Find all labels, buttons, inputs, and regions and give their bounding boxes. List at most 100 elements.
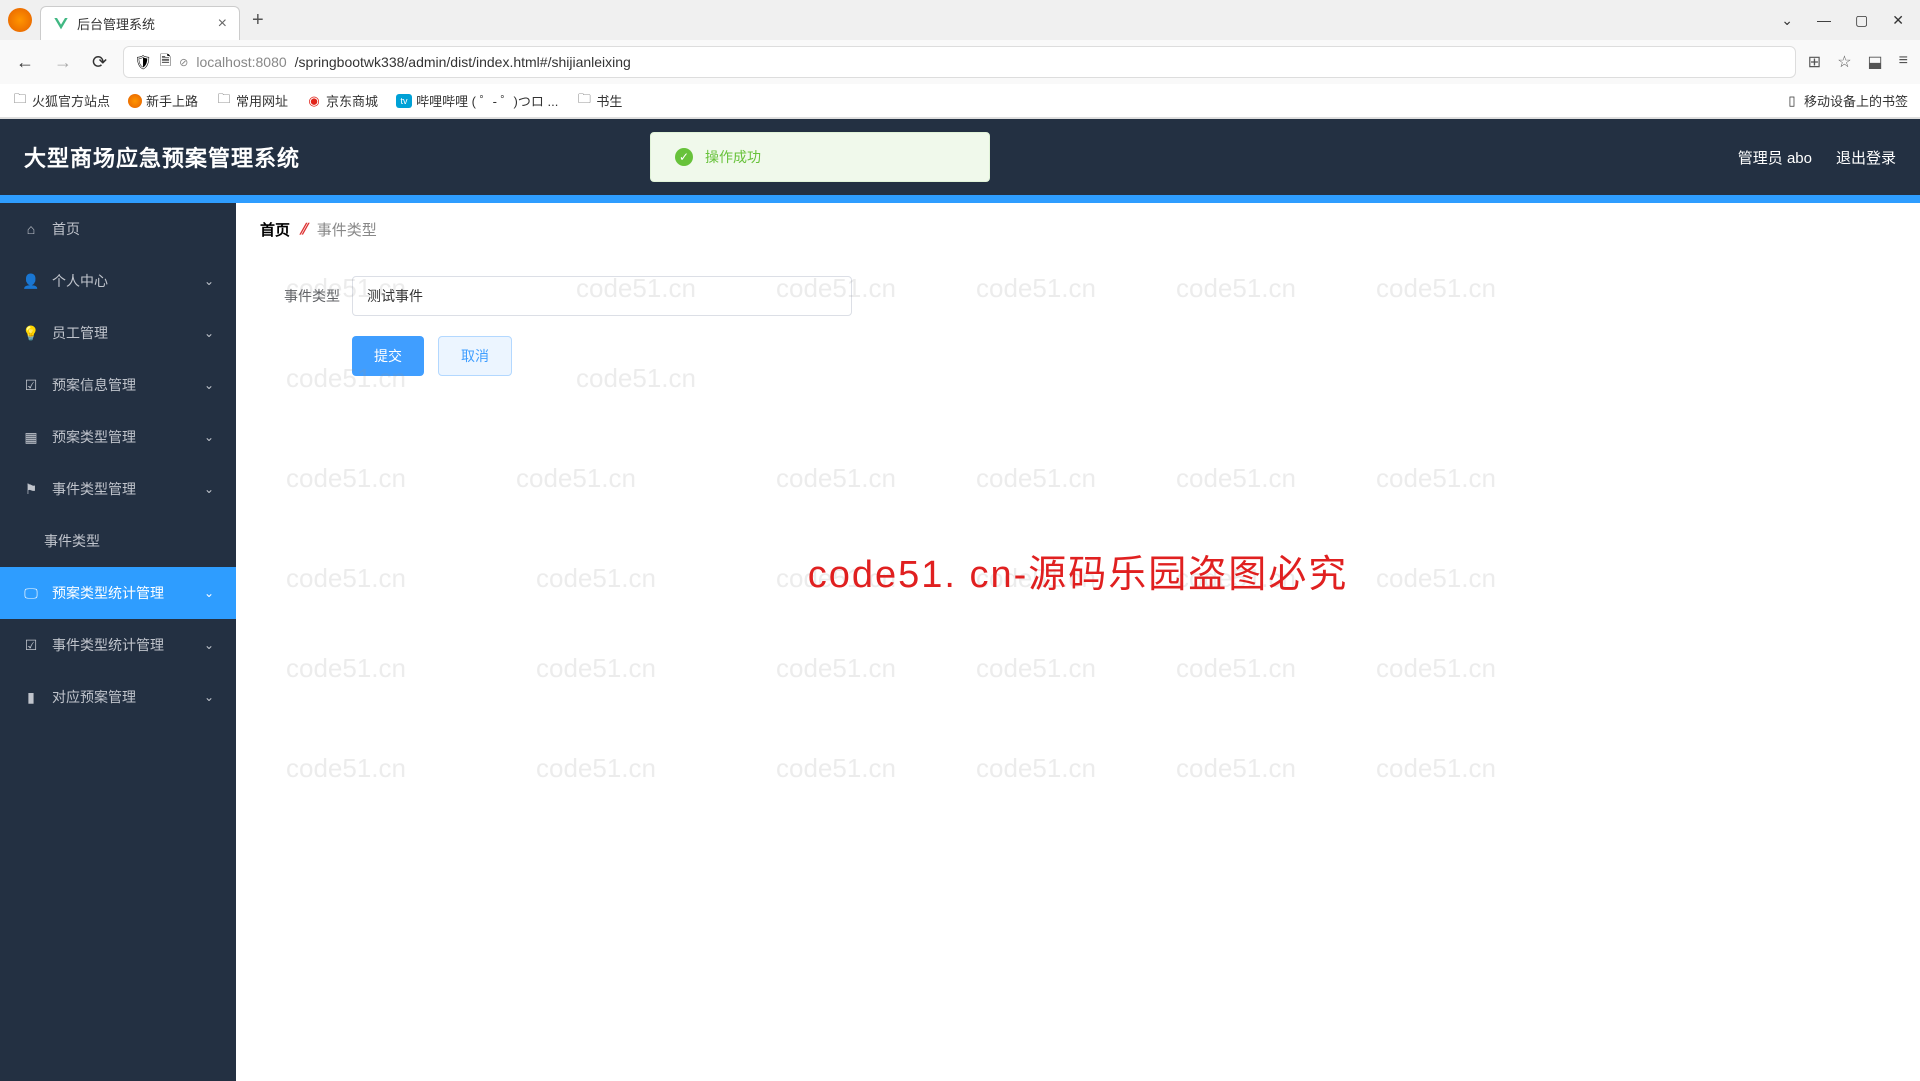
browser-chrome: 后台管理系统 × + ⌄ — ▢ ✕ ← → ⟳ 🛡 🗎 ⊘ localhost… xyxy=(0,0,1920,119)
app-title: 大型商场应急预案管理系统 xyxy=(24,141,300,173)
connection-icon: ⊘ xyxy=(179,56,188,69)
bookmark-item[interactable]: 🗀常用网址 xyxy=(216,91,288,110)
bookmark-item[interactable]: 🗀火狐官方站点 xyxy=(12,91,110,110)
main-content: code51.cn code51.cn code51.cn code51.cn … xyxy=(236,203,1920,1081)
folder-icon: 🗀 xyxy=(576,93,592,109)
sidebar: ⌂ 首页 👤 个人中心 ⌄ 💡 员工管理 ⌄ ☑ 预案信息管理 ⌄ ▦ 预案类型… xyxy=(0,203,236,1081)
address-bar: ← → ⟳ 🛡 🗎 ⊘ localhost:8080/springbootwk3… xyxy=(0,40,1920,84)
check-circle-icon: ✓ xyxy=(675,148,693,166)
mobile-bookmarks[interactable]: ▯移动设备上的书签 xyxy=(1784,91,1908,110)
extension-icon[interactable]: ⬓ xyxy=(1868,52,1883,72)
forward-button[interactable]: → xyxy=(50,48,76,77)
url-host: localhost:8080 xyxy=(196,54,286,70)
user-label[interactable]: 管理员 abo xyxy=(1738,147,1812,168)
chevron-down-icon: ⌄ xyxy=(204,378,214,392)
sidebar-item-label: 个人中心 xyxy=(52,271,108,291)
breadcrumb-separator-icon: ⫽ xyxy=(300,221,307,238)
sidebar-item-label: 对应预案管理 xyxy=(52,687,136,707)
check-icon: ☑ xyxy=(22,377,40,394)
form-buttons: 提交 取消 xyxy=(352,336,1896,376)
sidebar-item-profile[interactable]: 👤 个人中心 ⌄ xyxy=(0,255,236,307)
sidebar-item-home[interactable]: ⌂ 首页 xyxy=(0,203,236,255)
cancel-button[interactable]: 取消 xyxy=(438,336,512,376)
breadcrumb: 首页 ⫽ 事件类型 xyxy=(236,203,1920,256)
chevron-down-icon: ⌄ xyxy=(204,430,214,444)
url-input[interactable]: 🛡 🗎 ⊘ localhost:8080/springbootwk338/adm… xyxy=(123,46,1796,78)
home-icon: ⌂ xyxy=(22,221,40,237)
bookmark-item[interactable]: ◉京东商城 xyxy=(306,91,378,110)
new-tab-button[interactable]: + xyxy=(252,9,264,32)
check-icon: ☑ xyxy=(22,637,40,654)
monitor-icon: 🖵 xyxy=(22,585,40,602)
form-area: 事件类型 提交 取消 xyxy=(236,256,1920,416)
bookmark-item[interactable]: 新手上路 xyxy=(128,91,198,110)
dropdown-icon[interactable]: ⌄ xyxy=(1781,12,1793,29)
sidebar-item-label: 员工管理 xyxy=(52,323,108,343)
firefox-icon xyxy=(128,94,142,108)
sidebar-item-label: 预案信息管理 xyxy=(52,375,136,395)
mobile-icon: ▯ xyxy=(1784,93,1800,109)
sidebar-item-event-stats[interactable]: ☑ 事件类型统计管理 ⌄ xyxy=(0,619,236,671)
close-window-icon[interactable]: ✕ xyxy=(1892,12,1904,29)
back-button[interactable]: ← xyxy=(12,48,38,77)
user-icon: 👤 xyxy=(22,273,40,290)
star-icon[interactable]: ☆ xyxy=(1837,52,1851,72)
sidebar-item-label: 预案类型管理 xyxy=(52,427,136,447)
folder-icon: 🗀 xyxy=(216,93,232,109)
bookmark-item[interactable]: 🗀书生 xyxy=(576,91,622,110)
browser-tab[interactable]: 后台管理系统 × xyxy=(40,6,240,40)
sidebar-item-label: 首页 xyxy=(52,219,80,239)
sidebar-item-plan-type[interactable]: ▦ 预案类型管理 ⌄ xyxy=(0,411,236,463)
sidebar-item-response-plan[interactable]: ▮ 对应预案管理 ⌄ xyxy=(0,671,236,723)
breadcrumb-home[interactable]: 首页 xyxy=(260,219,290,240)
bars-icon: ▮ xyxy=(22,689,40,706)
sidebar-item-staff[interactable]: 💡 员工管理 ⌄ xyxy=(0,307,236,359)
minimize-icon[interactable]: — xyxy=(1817,12,1831,29)
bookmark-item[interactable]: tv哔哩哔哩 ( ゜- ゜)つロ ... xyxy=(396,91,558,110)
sidebar-item-plan-info[interactable]: ☑ 预案信息管理 ⌄ xyxy=(0,359,236,411)
chevron-down-icon: ⌄ xyxy=(204,274,214,288)
sidebar-item-event-type[interactable]: ⚑ 事件类型管理 ⌄ xyxy=(0,463,236,515)
toast-message: 操作成功 xyxy=(705,147,761,167)
folder-icon: 🗀 xyxy=(12,93,28,109)
chevron-down-icon: ⌄ xyxy=(204,326,214,340)
success-toast: ✓ 操作成功 xyxy=(650,132,990,182)
maximize-icon[interactable]: ▢ xyxy=(1855,12,1868,29)
grid-icon: ▦ xyxy=(22,429,40,446)
bookmarks-bar: 🗀火狐官方站点 新手上路 🗀常用网址 ◉京东商城 tv哔哩哔哩 ( ゜- ゜)つ… xyxy=(0,84,1920,118)
sidebar-item-label: 事件类型管理 xyxy=(52,479,136,499)
info-icon: 🗎 xyxy=(160,50,171,74)
logout-button[interactable]: 退出登录 xyxy=(1836,147,1896,168)
bilibili-icon: tv xyxy=(396,94,412,108)
chevron-down-icon: ⌄ xyxy=(204,638,214,652)
url-path: /springbootwk338/admin/dist/index.html#/… xyxy=(295,54,631,70)
firefox-logo-icon xyxy=(8,8,32,32)
sidebar-item-plan-stats[interactable]: 🖵 预案类型统计管理 ⌄ xyxy=(0,567,236,619)
accent-bar xyxy=(0,195,1920,203)
sidebar-item-label: 预案类型统计管理 xyxy=(52,583,164,603)
chevron-down-icon: ⌄ xyxy=(204,690,214,704)
breadcrumb-current: 事件类型 xyxy=(317,219,377,240)
bulb-icon: 💡 xyxy=(22,325,40,342)
sidebar-item-label: 事件类型统计管理 xyxy=(52,635,164,655)
window-controls: ⌄ — ▢ ✕ xyxy=(1781,12,1920,29)
submit-button[interactable]: 提交 xyxy=(352,336,424,376)
close-icon[interactable]: × xyxy=(218,15,227,33)
sidebar-subitem-event-type[interactable]: 事件类型 xyxy=(0,515,236,567)
app-header: 大型商场应急预案管理系统 ✓ 操作成功 管理员 abo 退出登录 xyxy=(0,119,1920,195)
qr-icon[interactable]: ⊞ xyxy=(1808,52,1821,72)
tab-bar: 后台管理系统 × + ⌄ — ▢ ✕ xyxy=(0,0,1920,40)
refresh-button[interactable]: ⟳ xyxy=(88,48,111,77)
vue-icon xyxy=(53,16,69,32)
form-label: 事件类型 xyxy=(260,286,340,306)
flag-icon: ⚑ xyxy=(22,481,40,498)
sidebar-item-label: 事件类型 xyxy=(44,531,100,551)
jd-icon: ◉ xyxy=(306,93,322,109)
form-row-event-type: 事件类型 xyxy=(260,276,1896,316)
menu-icon[interactable]: ≡ xyxy=(1899,52,1908,72)
chevron-down-icon: ⌄ xyxy=(204,586,214,600)
shield-icon: 🛡 xyxy=(134,54,152,71)
tab-title: 后台管理系统 xyxy=(77,14,218,33)
event-type-input[interactable] xyxy=(352,276,852,316)
watermark-text: code51. cn-源码乐园盗图必究 xyxy=(808,543,1349,598)
